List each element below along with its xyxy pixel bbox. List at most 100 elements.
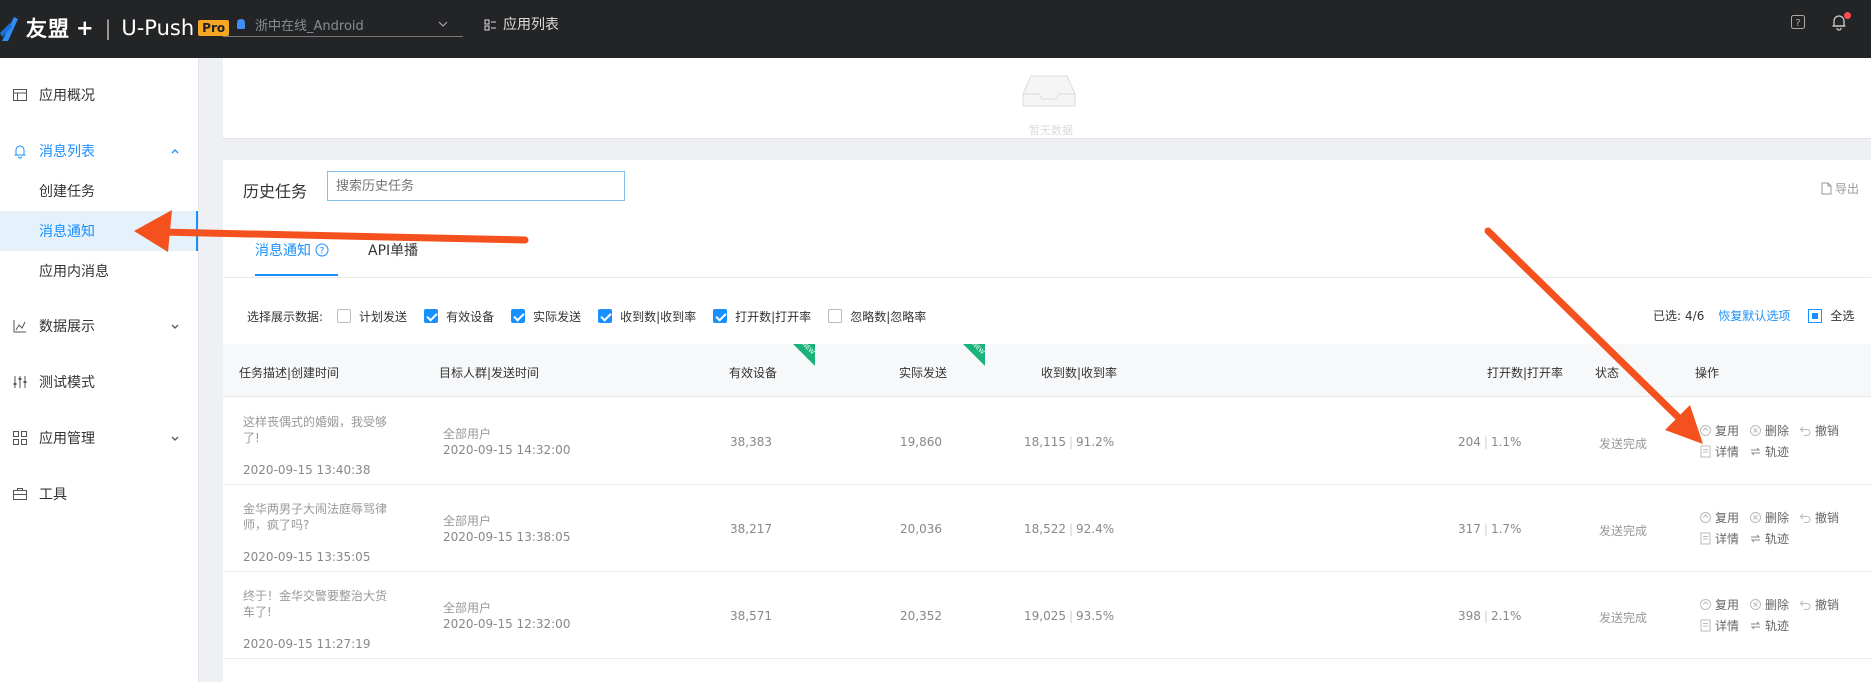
target-audience: 全部用户 [443,514,492,528]
checkbox-box[interactable] [337,309,352,323]
detail-button[interactable]: 详情 [1699,617,1739,634]
reuse-button[interactable]: 复用 [1699,422,1739,439]
checkbox-box[interactable] [511,309,526,323]
track-button[interactable]: 轨迹 [1749,617,1789,634]
checkbox-valid-devices[interactable]: 有效设备 [424,308,494,325]
checkbox-box[interactable] [713,309,728,323]
sidebar-item-overview[interactable]: 应用概况 [0,75,198,115]
app-selector[interactable]: 浙中在线_Android [223,12,463,37]
checkbox-box[interactable] [598,309,613,323]
actual-send-value: 20,036 [900,522,942,536]
delete-label: 删除 [1765,424,1790,438]
bell-icon [14,145,26,159]
track-button[interactable]: 轨迹 [1749,530,1789,547]
checkbox-box[interactable] [828,309,843,323]
export-button[interactable]: 导出 [1821,180,1859,197]
history-task-card: 历史任务 导出 消息通知 ? API单播 选择展示数据: 计划发送 有效设备 实… [223,160,1871,682]
selected-prefix: 已选: [1653,309,1682,323]
track-button[interactable]: 轨迹 [1749,443,1789,460]
sidebar-subitem-create-task[interactable]: 创建任务 [0,171,198,211]
detail-button[interactable]: 详情 [1699,443,1739,460]
restore-default-link[interactable]: 恢复默认选项 [1718,307,1790,324]
sidebar-item-label: 应用管理 [39,431,95,447]
status-text: 发送完成 [1599,524,1648,538]
received-value: 18,115 | 91.2% [1024,435,1115,449]
header-task-desc: 任务描述|创建时间 [239,366,340,380]
umeng-logo[interactable]: 友盟 + | U-Push Pro [0,10,230,46]
sidebar-item-message-list[interactable]: 消息列表 [0,131,198,171]
sidebar-subitem-in-app-message[interactable]: 应用内消息 [0,251,198,291]
umeng-logo-icon [0,17,18,41]
valid-devices-value: 38,217 [730,522,772,536]
select-all-label: 全选 [1830,309,1855,323]
actual-send-value: 20,352 [900,609,942,623]
sidebar-item-app-management[interactable]: 应用管理 [0,418,198,458]
select-all-checkbox[interactable] [1808,308,1823,323]
received-count: 19,025 [1024,609,1066,623]
detail-label: 详情 [1715,619,1740,633]
filter-summary: 已选: 4/6 恢复默认选项 全选 [1653,307,1854,324]
sidebar-subitem-label: 创建任务 [39,184,95,200]
checkbox-received[interactable]: 收到数|收到率 [598,308,696,325]
task-desc[interactable]: 这样丧偶式的婚姻，我受够了! [243,414,393,446]
export-label: 导出 [1835,182,1860,196]
empty-state-card: 暂无数据 [223,58,1871,139]
open-rate: 2.1% [1490,609,1522,623]
data-filter-row: 选择展示数据: 计划发送 有效设备 实际发送 收到数|收到率 打开数|打开率 忽… [247,303,943,329]
filter-label: 选择展示数据: [247,309,324,324]
tab-divider [223,277,1871,278]
opened-value: 204 | 1.1% [1458,435,1522,449]
top-bar: 友盟 + | U-Push Pro 浙中在线_Android 应用列表 ? [0,0,1871,58]
sidebar-item-data-display[interactable]: 数据展示 [0,306,198,346]
sidebar-item-tools[interactable]: 工具 [0,474,198,514]
checkbox-planned-send[interactable]: 计划发送 [337,308,407,325]
revoke-button[interactable]: 撤销 [1799,596,1839,613]
revoke-label: 撤销 [1815,511,1840,525]
checkbox-box[interactable] [424,309,439,323]
revoke-button[interactable]: 撤销 [1799,422,1839,439]
delete-button[interactable]: 删除 [1749,596,1789,613]
help-icon[interactable]: ? [1790,14,1806,30]
created-time: 2020-09-15 13:40:38 [243,463,371,477]
reuse-icon [1700,425,1711,436]
reuse-button[interactable]: 复用 [1699,596,1739,613]
swap-icon [1750,534,1761,543]
undo-icon [1799,600,1811,610]
tab-message-notify[interactable]: 消息通知 ? [255,240,329,260]
empty-inbox-icon [1022,75,1076,107]
chevron-up-icon [171,149,179,154]
table-row: 终于！金华交警要整治大货车了! 2020-09-15 11:27:19 全部用户… [223,571,1871,659]
checkbox-actual-send[interactable]: 实际发送 [511,308,581,325]
detail-button[interactable]: 详情 [1699,530,1739,547]
question-circle-icon[interactable]: ? [315,243,329,257]
send-time: 2020-09-15 14:32:00 [443,443,571,457]
detail-label: 详情 [1715,532,1740,546]
revoke-button[interactable]: 撤销 [1799,509,1839,526]
received-rate: 93.5% [1076,609,1115,623]
page-title: 历史任务 [243,182,308,201]
product-name: U-Push [121,16,195,40]
reuse-label: 复用 [1715,598,1740,612]
delete-button[interactable]: 删除 [1749,509,1789,526]
header-valid-devices: 有效设备 [729,366,778,380]
reuse-icon [1700,599,1711,610]
document-icon [1700,619,1711,632]
history-search-input[interactable] [327,171,625,201]
delete-button[interactable]: 删除 [1749,422,1789,439]
header-received: 收到数|收到率 [1041,366,1118,380]
checkbox-ignored[interactable]: 忽略数|忽略率 [828,308,926,325]
checkbox-label: 有效设备 [446,309,495,324]
sidebar-subitem-message-notify[interactable]: 消息通知 [0,211,198,251]
app-list-link[interactable]: 应用列表 [484,14,559,34]
tab-label: API单播 [368,243,419,259]
track-label: 轨迹 [1765,532,1790,546]
task-desc[interactable]: 金华两男子大闹法庭辱骂律师，疯了吗? [243,501,393,533]
checkbox-opened[interactable]: 打开数|打开率 [713,308,811,325]
task-desc[interactable]: 终于！金华交警要整治大货车了! [243,588,393,620]
reuse-button[interactable]: 复用 [1699,509,1739,526]
sidebar-item-test-mode[interactable]: 测试模式 [0,362,198,402]
opened-value: 398 | 2.1% [1458,609,1522,623]
svg-text:?: ? [1795,18,1800,29]
tab-api-unicast[interactable]: API单播 [368,240,418,260]
sidebar-item-label: 数据展示 [39,319,95,335]
